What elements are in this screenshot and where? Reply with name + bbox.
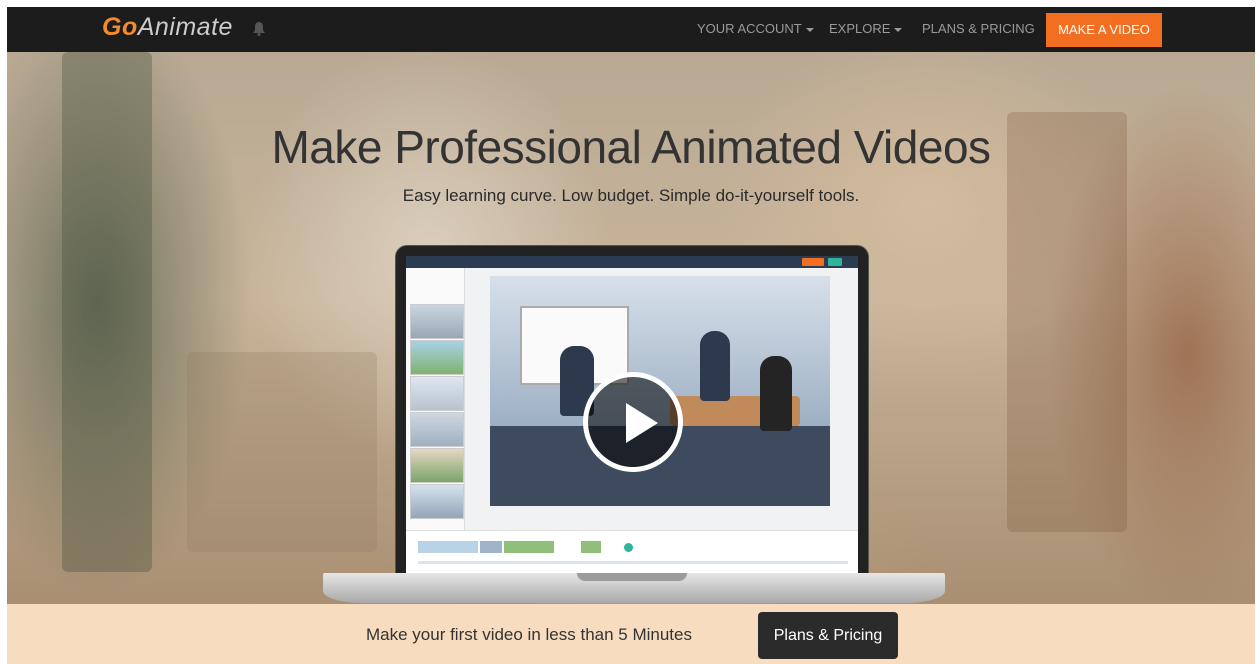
make-a-video-button[interactable]: MAKE A VIDEO — [1046, 13, 1162, 47]
chevron-down-icon — [805, 27, 814, 32]
play-button[interactable] — [583, 372, 683, 472]
app-timeline — [406, 530, 858, 576]
bell-icon[interactable] — [253, 22, 265, 36]
cta-band: Make your first video in less than 5 Min… — [7, 604, 1255, 664]
chevron-down-icon — [894, 27, 903, 32]
page: GoAnimate YOUR ACCOUNT EXPLORE PLANS & P… — [7, 7, 1255, 664]
plans-pricing-button[interactable]: Plans & Pricing — [758, 612, 898, 659]
nav-your-account[interactable]: YOUR ACCOUNT — [697, 21, 814, 36]
background-blur — [1007, 112, 1127, 532]
cta-band-text: Make your first video in less than 5 Min… — [366, 625, 692, 644]
nav-explore[interactable]: EXPLORE — [829, 21, 903, 36]
hero-headline: Make Professional Animated Videos — [271, 121, 991, 173]
app-sidebar — [406, 268, 465, 530]
goanimate-logo[interactable]: GoAnimate — [102, 13, 233, 42]
app-toolbar — [406, 256, 858, 268]
top-nav: GoAnimate YOUR ACCOUNT EXPLORE PLANS & P… — [7, 7, 1255, 52]
background-blur — [187, 352, 377, 552]
hero-section: Make Professional Animated Videos Easy l… — [7, 52, 1255, 604]
laptop-notch — [577, 573, 687, 581]
hero-subheadline: Easy learning curve. Low budget. Simple … — [402, 186, 860, 205]
nav-plans-pricing[interactable]: PLANS & PRICING — [922, 21, 1035, 36]
play-icon — [626, 403, 658, 443]
